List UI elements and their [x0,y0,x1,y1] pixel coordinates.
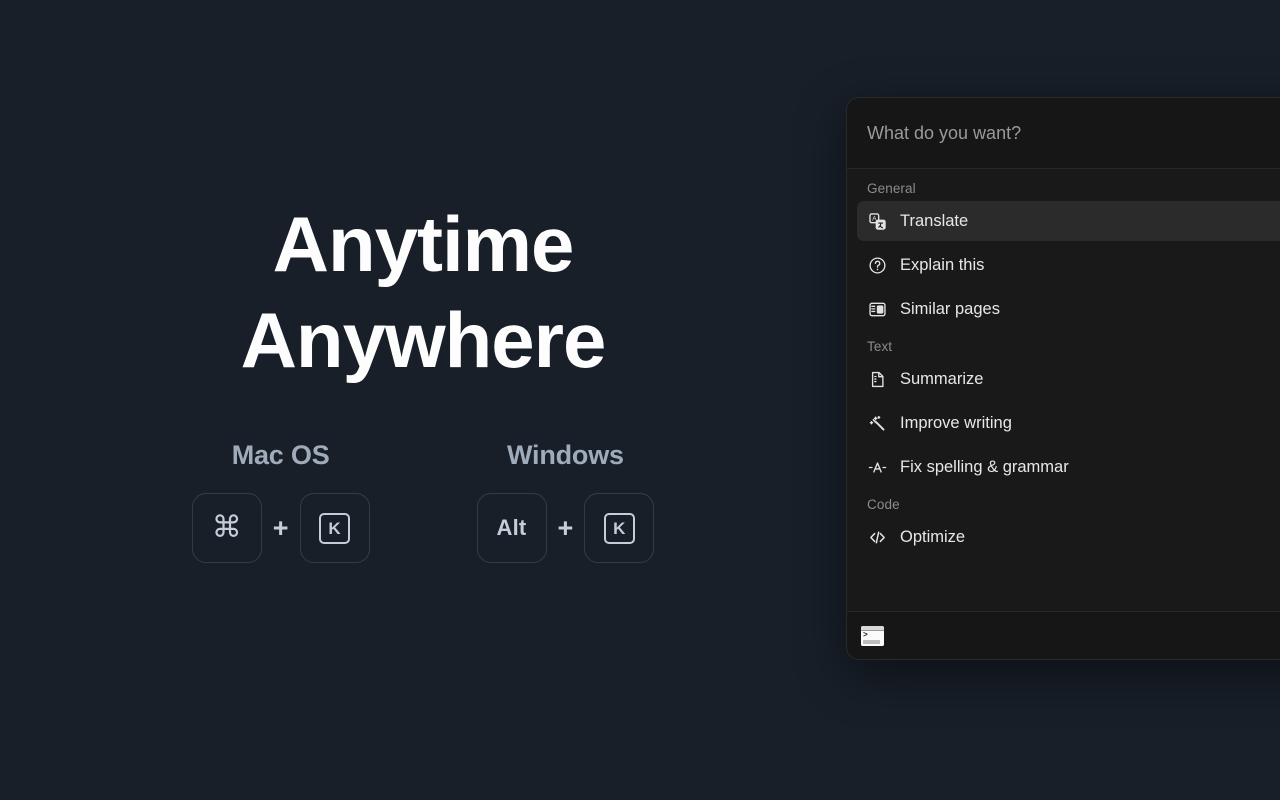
shortcut-separator: + [272,512,289,543]
command-item-optimize[interactable]: Optimize [857,517,1280,557]
k-key[interactable]: K [299,493,370,563]
search-bar [847,98,1280,169]
page-root: Anytime Anywhere Mac OS ⌘ + K Windows Al… [0,0,1280,800]
command-item-label: Improve writing [900,413,1012,432]
magic-wand-icon [867,413,888,434]
question-circle-icon [867,255,888,276]
shortcut-os-label: Windows [506,440,624,470]
spellcheck-icon [867,457,888,478]
command-item-label: Summarize [900,369,984,388]
search-input[interactable] [867,122,1280,144]
shortcut-os-label: Mac OS [231,440,330,470]
shortcut-group-macos: Mac OS ⌘ + K [191,440,370,563]
command-item-translate[interactable]: A Translate [857,201,1280,241]
page-title: Anytime Anywhere [0,196,846,388]
command-item-label: Fix spelling & grammar [900,457,1069,476]
shortcut-separator: + [557,512,574,543]
key-k-icon: K [603,512,635,544]
hero-section: Anytime Anywhere Mac OS ⌘ + K Windows Al… [0,0,846,800]
command-item-label: Explain this [900,255,985,274]
command-item-fix-spelling-grammar[interactable]: Fix spelling & grammar [857,447,1280,487]
command-palette: General A Translate [846,97,1280,660]
group-label-general: General [867,181,916,196]
k-key[interactable]: K [584,493,655,563]
group-label-code: Code [867,497,900,512]
layout-panels-icon [867,299,888,320]
shortcuts-row: Mac OS ⌘ + K Windows Alt + K [0,440,846,563]
command-key[interactable]: ⌘ [191,493,262,563]
code-brackets-icon [867,527,888,548]
command-item-label: Optimize [900,527,966,546]
shortcut-keys: Alt + K [476,493,655,563]
shortcut-keys: ⌘ + K [191,493,370,563]
translate-icon: A [867,211,888,232]
command-item-explain-this[interactable]: Explain this [857,245,1280,285]
terminal-icon [861,625,884,646]
title-line-2: Anywhere [240,296,607,384]
alt-key[interactable]: Alt [476,493,547,563]
command-icon: ⌘ [211,511,242,544]
document-icon [867,369,888,390]
command-item-label: Translate [900,211,969,230]
footer-left [861,625,884,646]
title-line-1: Anytime [272,200,575,288]
command-item-similar-pages[interactable]: Similar pages [857,289,1280,329]
command-item-label: Similar pages [900,299,1000,318]
command-item-summarize[interactable]: Summarize [857,359,1280,399]
group-label-text: Text [867,339,893,354]
command-list[interactable]: General A Translate Explain this Similar… [847,169,1280,615]
key-k-icon: K [319,512,350,544]
palette-footer: Run ↵ [847,611,1280,659]
shortcut-group-windows: Windows Alt + K [476,440,655,563]
command-item-improve-writing[interactable]: Improve writing [857,403,1280,443]
